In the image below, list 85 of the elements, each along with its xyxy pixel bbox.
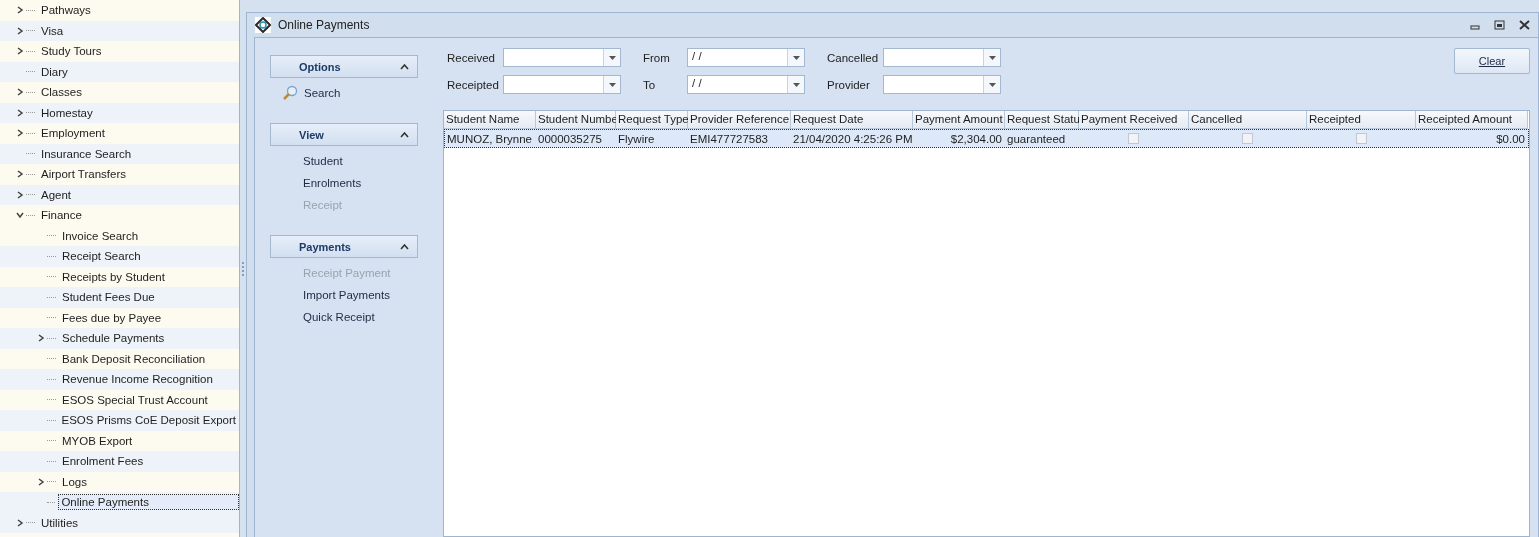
group-header[interactable]: Options xyxy=(270,55,418,78)
caret-up-icon xyxy=(400,243,409,250)
restore-icon[interactable] xyxy=(1494,20,1505,30)
tree-item[interactable]: Employment xyxy=(38,125,108,142)
filter-label: To xyxy=(643,78,657,91)
nav-link[interactable]: Student xyxy=(303,153,439,169)
chevron-right-icon[interactable] xyxy=(16,47,24,56)
chevron-right-icon[interactable] xyxy=(16,170,24,179)
chevron-right-icon[interactable] xyxy=(16,88,24,97)
column-header[interactable]: Student Name xyxy=(444,111,536,129)
tree-item[interactable]: Classes xyxy=(38,84,85,101)
tree-item[interactable]: Pathways xyxy=(38,2,94,19)
tree-item[interactable]: Online Payments xyxy=(58,494,239,511)
dropdown-icon xyxy=(608,55,616,60)
column-header[interactable]: Receipted xyxy=(1307,111,1416,129)
filter-label: Cancelled xyxy=(827,51,880,64)
filter-combo[interactable]: / / xyxy=(687,48,805,67)
window-title: Online Payments xyxy=(278,18,370,32)
tree-item[interactable]: Homestay xyxy=(38,104,96,121)
table-cell: Flywire xyxy=(616,130,688,147)
chevron-right-icon[interactable] xyxy=(37,334,45,343)
column-header[interactable]: Provider Reference xyxy=(688,111,791,129)
tree-item[interactable]: ESOS Special Trust Account xyxy=(59,391,211,408)
column-header[interactable]: Request Statu xyxy=(1005,111,1079,129)
filter-combo[interactable]: / / xyxy=(687,75,805,94)
tree-item[interactable]: Receipts by Student xyxy=(59,268,168,285)
app-icon xyxy=(255,17,271,33)
search-icon xyxy=(282,85,298,101)
tree-item[interactable]: Logs xyxy=(59,473,90,490)
table-cell: $0.00 xyxy=(1416,130,1528,147)
close-icon[interactable] xyxy=(1519,20,1530,30)
table-cell: MUNOZ, Brynne xyxy=(445,130,536,147)
filter-label: From xyxy=(643,51,671,64)
group-header[interactable]: Payments xyxy=(270,235,418,258)
clear-button[interactable]: Clear xyxy=(1454,48,1530,74)
filter-label: Receipted xyxy=(446,78,500,91)
nav-link[interactable]: Import Payments xyxy=(303,287,439,303)
tree-item[interactable]: Visa xyxy=(38,22,67,39)
dropdown-icon xyxy=(792,55,800,60)
column-header[interactable]: Receipted Amount xyxy=(1416,111,1528,129)
chevron-right-icon[interactable] xyxy=(16,190,24,199)
column-header[interactable]: Request Date xyxy=(791,111,913,129)
tree-item[interactable]: Bank Deposit Reconciliation xyxy=(59,350,209,367)
table-cell: 21/04/2020 4:25:26 PM xyxy=(791,130,913,147)
checkbox[interactable] xyxy=(1128,133,1139,144)
filter-label: Received xyxy=(446,51,496,64)
dropdown-icon xyxy=(792,82,800,87)
table-row[interactable]: MUNOZ, Brynne 0000035275 Flywire EMI477727583 21/04/2020 4:25:26 PM $2,304.00 guaranteed $0.00 xyxy=(444,129,1529,148)
tree-item[interactable]: Utilities xyxy=(38,514,82,531)
column-header[interactable]: Cancelled xyxy=(1189,111,1307,129)
chevron-right-icon[interactable] xyxy=(16,129,24,138)
tree-item[interactable]: Diary xyxy=(38,63,71,80)
chevron-down-icon[interactable] xyxy=(16,211,24,220)
search-link[interactable]: Search xyxy=(304,87,341,99)
tree-item[interactable]: MYOB Export xyxy=(59,432,136,449)
checkbox[interactable] xyxy=(1242,133,1253,144)
column-header[interactable]: Payment Received xyxy=(1079,111,1189,129)
caret-up-icon xyxy=(400,63,409,70)
chevron-right-icon[interactable] xyxy=(16,518,24,527)
tree-item[interactable]: Agent xyxy=(38,186,75,203)
column-header[interactable]: Student Numbe xyxy=(536,111,616,129)
table-cell: $2,304.00 xyxy=(913,130,1005,147)
chevron-right-icon[interactable] xyxy=(16,26,24,35)
caret-up-icon xyxy=(400,131,409,138)
dropdown-icon xyxy=(988,55,996,60)
group-header[interactable]: View xyxy=(270,123,418,146)
table-cell: 0000035275 xyxy=(536,130,616,147)
chevron-right-icon[interactable] xyxy=(37,477,45,486)
chevron-right-icon[interactable] xyxy=(16,108,24,117)
chevron-right-icon[interactable] xyxy=(16,6,24,15)
table-cell: guaranteed xyxy=(1005,130,1079,147)
tree-item[interactable]: Invoice Search xyxy=(59,227,142,244)
dropdown-icon xyxy=(988,82,996,87)
column-header[interactable]: Request Type xyxy=(616,111,688,129)
nav-link[interactable]: Quick Receipt xyxy=(303,309,439,325)
tree-item[interactable]: Study Tours xyxy=(38,43,105,60)
column-header[interactable]: Payment Amount xyxy=(913,111,1005,129)
tree-item[interactable]: Fees due by Payee xyxy=(59,309,165,326)
filter-label: Provider xyxy=(827,78,871,91)
tree-item[interactable]: Finance xyxy=(38,207,85,224)
dropdown-icon xyxy=(608,82,616,87)
nav-link[interactable]: Enrolments xyxy=(303,175,439,191)
tree-item[interactable]: Airport Transfers xyxy=(38,166,129,183)
table-cell: EMI477727583 xyxy=(688,130,791,147)
checkbox[interactable] xyxy=(1355,133,1367,144)
